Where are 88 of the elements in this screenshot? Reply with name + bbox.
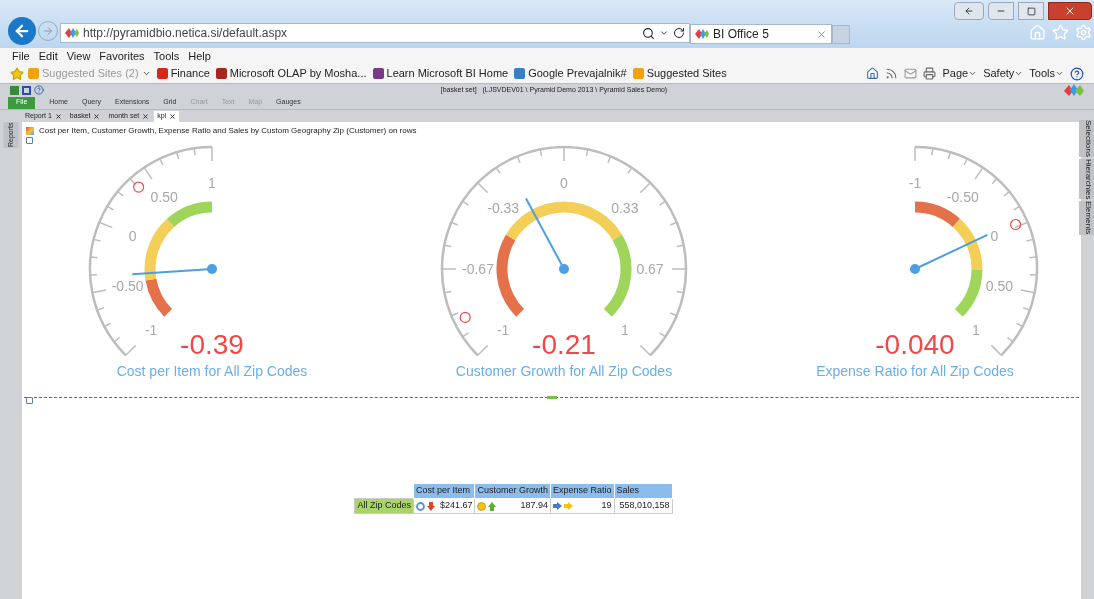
app-logo-icon [1064,84,1084,96]
table-cell-text: 19 [600,499,612,513]
mail-icon[interactable] [904,67,918,80]
restore-button[interactable] [1018,2,1044,20]
close-icon [1064,5,1076,17]
scale-label: -0.50 [111,277,144,294]
column-header: Expense Ratio [550,483,615,499]
scale-label: -0.33 [487,200,520,217]
close-tab-icon[interactable] [93,113,101,120]
menu-item[interactable]: View [66,47,91,65]
scale-label: 0 [128,228,137,245]
scale-label: -1 [144,321,158,338]
splitter-handle[interactable] [546,396,557,399]
back-button[interactable] [8,17,36,45]
table-cell-text: 187.94 [519,499,548,513]
menu-item[interactable]: Tools [153,47,180,65]
snap-icon [964,6,974,16]
favorites-star-icon[interactable] [10,66,24,81]
command-menu[interactable]: Tools [1029,65,1055,82]
refresh-icon[interactable] [673,27,685,39]
url-text: http://pyramidbio.netica.si/default.aspx [83,25,289,42]
menu-item[interactable]: Favorites [99,47,145,65]
search-icon[interactable] [642,26,655,40]
table-cell-text: 558,010,158 [618,499,670,513]
report-icon [26,127,34,135]
report-caption: Cost per Item, Customer Growth, Expense Ratio and Sales by Custom Geography Zip (Customer) on rows [39,125,417,137]
scale-label: 0 [990,228,999,245]
favorite-link[interactable]: Suggested Sites [646,65,727,82]
scale-label: 1 [971,321,980,338]
restore-icon [1026,6,1036,16]
scale-label: -0.50 [946,189,979,206]
gauge-title: Expense Ratio for All Zip Codes [816,362,1014,381]
forward-arrow-icon [42,25,54,37]
address-bar[interactable]: http://pyramidbio.netica.si/default.aspx [60,23,690,43]
target-marker [133,181,145,193]
scale-label: 1 [620,321,629,338]
scale-label: 0.33 [611,200,639,217]
gauge-value: -0.21 [532,329,596,359]
home-icon[interactable] [866,67,880,80]
feed-icon[interactable] [885,67,899,80]
scale-label: 0.50 [150,189,178,206]
column-header: Sales [614,483,673,499]
scale-label: -1 [908,175,922,191]
panel-toggle-icon[interactable] [26,397,33,404]
favorite-link[interactable]: Finance [170,65,210,82]
minimize-button[interactable] [988,2,1014,20]
close-tab-icon[interactable] [169,113,177,120]
command-menu[interactable]: Safety [983,65,1015,82]
browser-tab[interactable]: BI Office 5 [690,24,832,44]
menu-item[interactable]: Edit [38,47,58,65]
favorite-link[interactable]: Learn Microsoft BI Home [386,65,509,82]
column-header: Customer Growth [474,483,551,499]
dropdown-icon[interactable] [141,69,151,78]
target-marker [459,311,471,323]
help-icon[interactable] [1070,66,1084,81]
print-icon[interactable] [923,67,937,80]
favorite-link[interactable]: Microsoft OLAP by Mosha... [229,65,367,82]
scale-label: -0.67 [462,261,494,277]
target-marker [1010,218,1022,231]
gauge-title: Cost per Item for All Zip Codes [116,362,308,381]
table-cell-text: $241.67 [438,499,473,513]
row-header: All Zip Codes [354,498,414,514]
gauge-value: -0.39 [180,329,244,359]
scale-label: 0.50 [985,277,1013,294]
gauge-title: Customer Growth for All Zip Codes [455,362,673,381]
menu-item[interactable]: Help [188,47,211,65]
site-logo-icon [695,29,709,39]
scale-label: 1 [208,175,216,191]
command-menu[interactable]: Page [942,65,969,82]
app-icon[interactable] [10,85,19,95]
close-tab-icon[interactable] [142,113,150,120]
save-icon[interactable] [22,85,31,95]
scale-label: -1 [496,321,510,338]
dropdown-icon[interactable] [968,69,978,78]
snap-button[interactable] [954,2,984,20]
gauge-value: -0.040 [875,329,955,359]
dropdown-icon[interactable] [1014,69,1024,78]
menu-item[interactable]: File [12,47,30,65]
dropdown-icon[interactable] [1055,69,1064,78]
column-header: Cost per Item [413,483,475,499]
site-logo-icon [65,28,79,38]
scale-label: 0 [560,175,568,191]
scale-label: 0.67 [636,261,664,277]
close-tab-icon[interactable] [54,113,62,120]
close-button[interactable] [1048,2,1092,20]
favorite-link[interactable]: Google Prevajalnik# [528,65,627,82]
dropdown-icon[interactable] [659,28,669,38]
panel-toggle-icon[interactable] [26,137,33,144]
